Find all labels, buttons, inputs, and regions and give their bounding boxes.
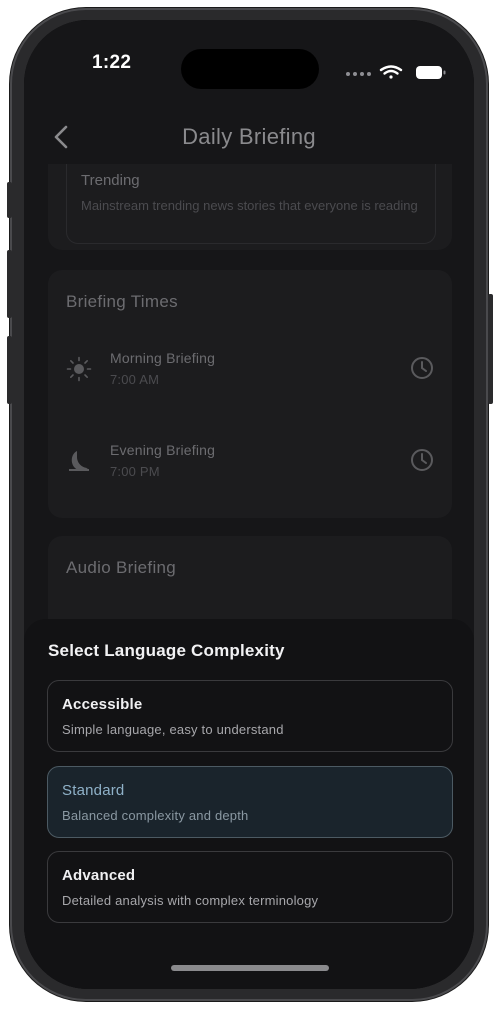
nav-bar: Daily Briefing <box>24 100 474 164</box>
trending-description: Mainstream trending news stories that ev… <box>81 198 418 213</box>
home-indicator[interactable] <box>171 965 329 971</box>
morning-briefing-label: Morning Briefing <box>110 350 216 366</box>
option-description: Detailed analysis with complex terminolo… <box>62 893 319 908</box>
power-button <box>488 294 493 404</box>
moon-icon <box>69 451 89 471</box>
volume-up-button <box>7 250 12 318</box>
evening-briefing-time: 7:00 PM <box>110 464 160 479</box>
morning-briefing-row[interactable]: Morning Briefing 7:00 AM <box>48 342 452 402</box>
option-name: Standard <box>62 782 125 799</box>
action-button <box>7 182 12 218</box>
sheet-title: Select Language Complexity <box>48 641 285 660</box>
option-standard[interactable]: Standard Balanced complexity and depth <box>47 766 453 838</box>
audio-briefing-title: Audio Briefing <box>66 558 177 577</box>
trending-title: Trending <box>81 172 140 189</box>
option-name: Advanced <box>62 867 136 884</box>
morning-briefing-time: 7:00 AM <box>110 372 160 387</box>
volume-down-button <box>7 336 12 404</box>
briefing-times-title: Briefing Times <box>66 292 178 311</box>
briefing-times-card: Briefing Times Morning Briefing 7:00 AM <box>48 270 452 518</box>
language-complexity-sheet: Select Language Complexity Accessible Si… <box>24 619 474 989</box>
evening-briefing-label: Evening Briefing <box>110 442 216 458</box>
option-accessible[interactable]: Accessible Simple language, easy to unde… <box>47 680 453 752</box>
sun-icon <box>66 356 92 382</box>
option-advanced[interactable]: Advanced Detailed analysis with complex … <box>47 851 453 923</box>
evening-briefing-row[interactable]: Evening Briefing 7:00 PM <box>48 434 452 494</box>
phone-frame: 1:22 Trending Mainstream trending news s… <box>10 8 488 1001</box>
phone-screen: 1:22 Trending Mainstream trending news s… <box>24 20 474 989</box>
option-description: Balanced complexity and depth <box>62 808 249 823</box>
option-name: Accessible <box>62 696 143 713</box>
option-description: Simple language, easy to understand <box>62 722 284 737</box>
clock-icon[interactable] <box>410 356 434 380</box>
page-title: Daily Briefing <box>182 124 316 149</box>
clock-icon[interactable] <box>410 448 434 472</box>
